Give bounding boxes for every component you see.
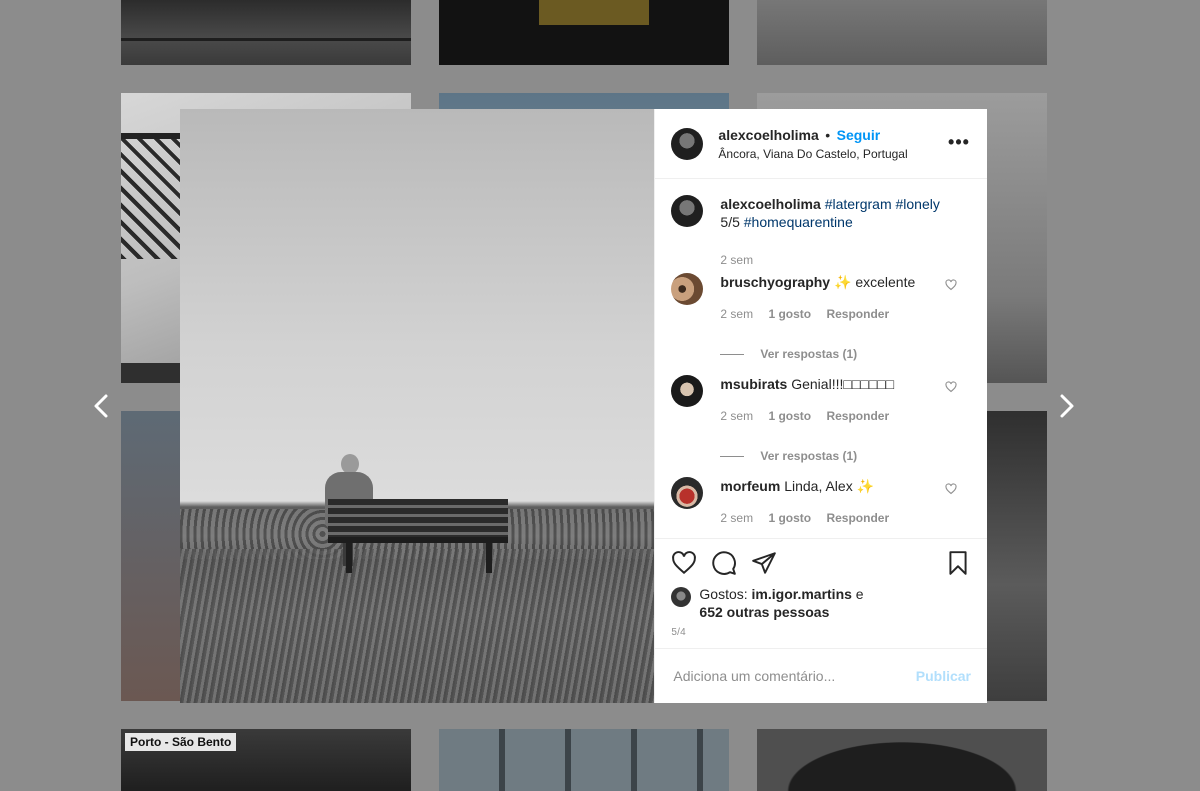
post-header: alexcoelholima • Seguir Âncora, Viana Do… — [655, 109, 987, 179]
caption-avatar[interactable] — [671, 195, 704, 227]
comment-avatar[interactable] — [671, 273, 704, 305]
caption-hashtags[interactable]: #latergram #lonely — [825, 196, 940, 212]
more-icon[interactable]: ••• — [947, 132, 971, 156]
post-sidebar: alexcoelholima • Seguir Âncora, Viana Do… — [654, 109, 987, 703]
post-modal: alexcoelholima • Seguir Âncora, Viana Do… — [180, 109, 987, 703]
view-replies-button[interactable]: Ver respostas (1) — [720, 447, 971, 465]
likes-others-button[interactable]: 652 outras pessoas — [699, 604, 829, 620]
reply-button[interactable]: Responder — [826, 511, 889, 525]
author-username[interactable]: alexcoelholima — [718, 127, 818, 143]
caption-time[interactable]: 2 sem — [720, 253, 753, 267]
author-avatar[interactable] — [671, 127, 704, 160]
post-photo[interactable] — [180, 109, 655, 703]
comment-time[interactable]: 2 sem — [720, 409, 753, 423]
likes-conjunction: e — [855, 586, 864, 602]
comment-username[interactable]: msubirats — [720, 376, 787, 392]
comment-text: Genial!!!□□□□□□ — [791, 376, 895, 392]
comment-likes[interactable]: 1 gosto — [768, 307, 811, 321]
comment-username[interactable]: morfeum — [720, 478, 780, 494]
comment-like-icon[interactable] — [945, 279, 957, 291]
chevron-left-icon[interactable] — [86, 390, 118, 422]
post-actions: Gostos: im.igor.martins e 652 outras pes… — [655, 538, 987, 648]
comment-time[interactable]: 2 sem — [720, 307, 753, 321]
comment-avatar[interactable] — [671, 375, 704, 407]
comments-list[interactable]: alexcoelholima #latergram #lonely 5/5 #h… — [655, 179, 987, 538]
sparkle-emoji: ✨ — [834, 274, 852, 290]
publish-button[interactable]: Publicar — [916, 668, 971, 684]
liker-username[interactable]: im.igor.martins — [752, 586, 852, 602]
post-date[interactable]: 5/4 — [671, 627, 971, 638]
comment-time[interactable]: 2 sem — [720, 511, 753, 525]
view-replies-button[interactable]: Ver respostas (1) — [720, 345, 971, 363]
likes-summary: Gostos: im.igor.martins e 652 outras pes… — [671, 585, 971, 621]
comment-username[interactable]: bruschyography — [720, 274, 830, 290]
photo-bench — [328, 499, 508, 574]
comment-text: excelente — [855, 274, 916, 290]
separator-dot: • — [825, 126, 831, 143]
comment-likes[interactable]: 1 gosto — [768, 511, 811, 525]
caption: alexcoelholima #latergram #lonely 5/5 #h… — [671, 195, 971, 273]
add-comment-bar: Publicar — [655, 648, 987, 703]
caption-counter: 5/5 — [720, 214, 740, 230]
reply-button[interactable]: Responder — [826, 307, 889, 321]
post-location[interactable]: Âncora, Viana Do Castelo, Portugal — [718, 147, 947, 161]
comment-like-icon[interactable] — [945, 483, 957, 495]
share-icon[interactable] — [751, 550, 777, 576]
bookmark-icon[interactable] — [945, 550, 971, 576]
heart-icon[interactable] — [671, 550, 697, 576]
comment-like-icon[interactable] — [945, 381, 957, 393]
comment-avatar[interactable] — [671, 477, 704, 509]
comment-item: morfeum Linda, Alex ✨ 2 sem 1 gosto Resp… — [671, 477, 971, 527]
caption-hashtag[interactable]: #homequarentine — [744, 214, 853, 230]
chevron-right-icon[interactable] — [1050, 390, 1082, 422]
liker-avatar[interactable] — [671, 587, 692, 607]
comment-item: msubirats Genial!!!□□□□□□ 2 sem 1 gosto … — [671, 375, 971, 477]
caption-username[interactable]: alexcoelholima — [720, 196, 820, 212]
likes-prefix: Gostos: — [699, 586, 748, 602]
sparkle-emoji: ✨ — [856, 478, 875, 494]
follow-button[interactable]: Seguir — [837, 127, 881, 143]
comment-item: bruschyography ✨ excelente 2 sem 1 gosto… — [671, 273, 971, 375]
comment-likes[interactable]: 1 gosto — [768, 409, 811, 423]
comment-icon[interactable] — [711, 550, 737, 576]
comment-text: Linda, Alex — [784, 478, 853, 494]
reply-button[interactable]: Responder — [826, 409, 889, 423]
comment-input[interactable] — [671, 667, 916, 685]
